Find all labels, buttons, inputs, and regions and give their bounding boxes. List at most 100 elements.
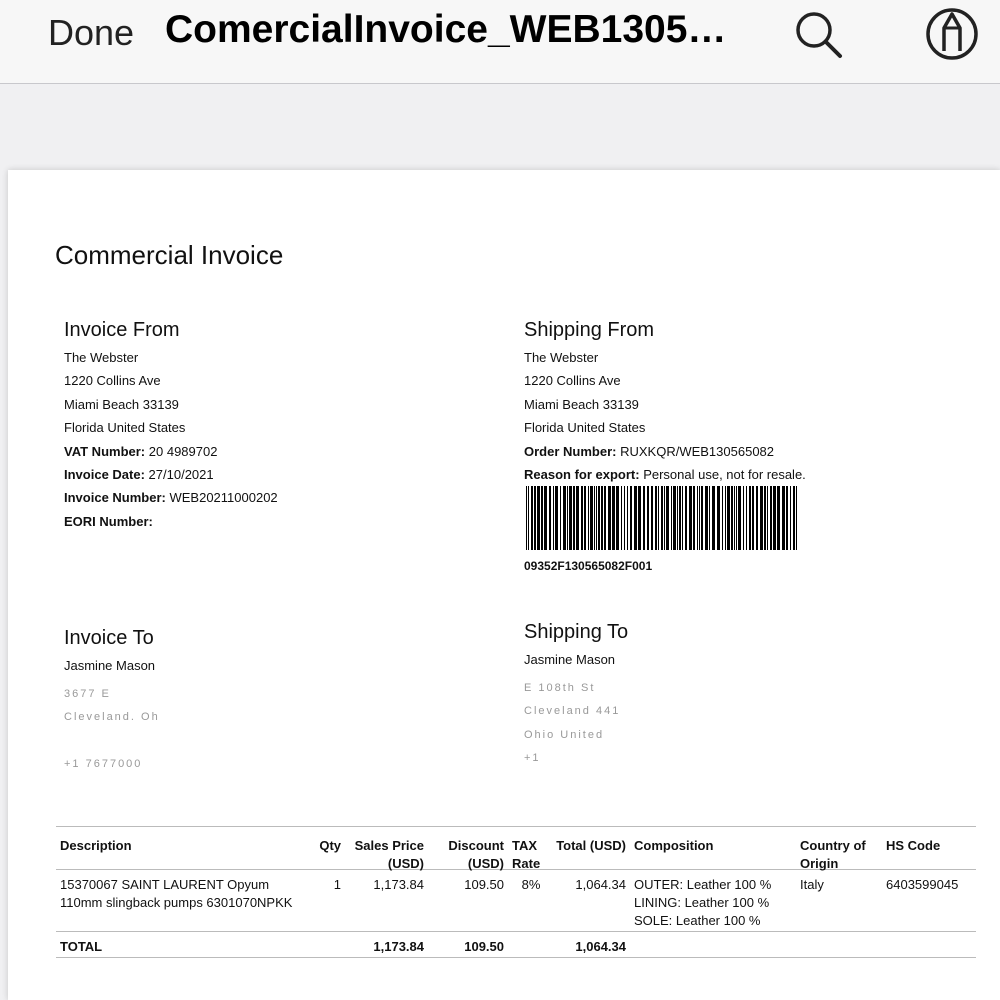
header-total: Total (USD) xyxy=(556,838,626,853)
barcode-bar xyxy=(621,486,622,550)
barcode-bar xyxy=(767,486,768,550)
address-line: Miami Beach 33139 xyxy=(524,396,639,412)
redacted-line: +1 xyxy=(524,742,628,765)
item-description: 15370067 SAINT LAURENT Opyum 110mm sling… xyxy=(60,877,293,910)
barcode-bar xyxy=(638,486,641,550)
barcode-bar xyxy=(743,486,744,550)
barcode-bar xyxy=(712,486,715,550)
barcode-number: 09352F130565082F001 xyxy=(524,559,653,573)
table-row: 15370067 SAINT LAURENT Opyum 110mm sling… xyxy=(56,870,976,932)
barcode-bar xyxy=(790,486,791,550)
barcode-bar xyxy=(655,486,657,550)
redacted-line: Cleveland, Oh xyxy=(64,701,160,724)
barcode-bar xyxy=(752,486,754,550)
barcode-bar xyxy=(590,486,593,550)
barcode-bar xyxy=(685,486,687,550)
barcode-bar xyxy=(770,486,772,550)
barcode-bar xyxy=(782,486,785,550)
redacted-text: E 108th St xyxy=(524,676,596,691)
barcode-bar xyxy=(731,486,733,550)
barcode-bar xyxy=(709,486,710,550)
redacted-text: Ohio United xyxy=(524,723,605,738)
barcode-bar xyxy=(634,486,637,550)
address-line: The Webster xyxy=(524,350,599,365)
total-sales-price: 1,173.84 xyxy=(373,939,424,954)
barcode-bar xyxy=(701,486,703,550)
barcode-bar xyxy=(658,486,659,550)
barcode-bar xyxy=(673,486,676,550)
recipient-name: Jasmine Mason xyxy=(64,658,156,673)
invoice-from-block: Invoice From The Webster 1220 Collins Av… xyxy=(64,318,278,533)
invoice-title: Commercial Invoice xyxy=(55,240,284,270)
table-header: Description Qty Sales Price (USD) Discou… xyxy=(56,826,976,871)
barcode-bar xyxy=(537,486,540,550)
barcode-bar xyxy=(604,486,606,550)
invoice-date: Invoice Date: 27/10/2021 xyxy=(64,467,214,483)
barcode-bar xyxy=(777,486,780,550)
address-line: Miami Beach 33139 xyxy=(64,396,179,412)
document-title: ComercialInvoice_WEB1305… xyxy=(165,8,727,51)
barcode-bar xyxy=(666,486,669,550)
barcode-bar xyxy=(693,486,695,550)
barcode-bar xyxy=(581,486,583,550)
search-icon[interactable] xyxy=(790,6,846,62)
barcode-bar xyxy=(727,486,730,550)
barcode-bar xyxy=(756,486,758,550)
shipping-to-block: Shipping To Jasmine Mason E 108th St Cle… xyxy=(524,620,628,765)
barcode-bar xyxy=(643,486,645,550)
barcode-bar xyxy=(594,486,595,550)
barcode-bar xyxy=(563,486,566,550)
header-description: Description xyxy=(60,838,132,853)
composition-line: LINING: Leather 100 % xyxy=(634,895,770,910)
barcode-bar xyxy=(567,486,568,550)
reason-for-export: Reason for export: Personal use, not for… xyxy=(524,467,806,483)
navigation-bar: Done ComercialInvoice_WEB1305… xyxy=(0,0,1000,84)
barcode-bar xyxy=(630,486,632,550)
barcode-bar xyxy=(749,486,751,550)
composition-line: SOLE: Leather 100 % xyxy=(634,913,761,928)
barcode-bar xyxy=(544,486,547,550)
header-discount: Discount (USD) xyxy=(448,838,504,871)
markup-pen-icon[interactable] xyxy=(924,6,980,62)
total-label: TOTAL xyxy=(60,939,103,954)
total-discount: 109.50 xyxy=(464,939,504,954)
barcode-bar xyxy=(584,486,586,550)
barcode-bar xyxy=(560,486,561,550)
barcode-bar xyxy=(699,486,700,550)
shipping-from-heading: Shipping From xyxy=(524,319,655,341)
invoice-to-block: Invoice To Jasmine Mason 3677 E Clevelan… xyxy=(64,626,160,771)
total-amount: 1,064.34 xyxy=(575,939,626,954)
item-country: Italy xyxy=(800,877,824,892)
redacted-line xyxy=(64,724,160,747)
redacted-text: Cleveland 441 xyxy=(524,700,621,715)
barcode-bar xyxy=(528,486,529,550)
barcode-bar xyxy=(746,486,747,550)
done-button[interactable]: Done xyxy=(48,12,134,54)
header-sales-price: Sales Price (USD) xyxy=(354,838,424,871)
shipping-from-block: Shipping From The Webster 1220 Collins A… xyxy=(524,318,806,486)
item-discount: 109.50 xyxy=(464,877,504,892)
barcode-bar xyxy=(616,486,619,550)
redacted-text: 3677 E xyxy=(64,682,111,697)
barcode-bar xyxy=(601,486,603,550)
barcode-bar xyxy=(717,486,720,550)
barcode-bar xyxy=(697,486,698,550)
barcode-bar xyxy=(576,486,579,550)
item-qty: 1 xyxy=(333,877,341,892)
barcode-bar xyxy=(608,486,611,550)
redacted-text: +1 xyxy=(524,747,541,762)
barcode-bar xyxy=(736,486,737,550)
barcode-bar xyxy=(786,486,788,550)
barcode-bar xyxy=(738,486,741,550)
barcode-bar xyxy=(682,486,683,550)
barcode-bar xyxy=(760,486,763,550)
header-country: Country of Origin xyxy=(800,838,866,871)
barcode-bar xyxy=(664,486,665,550)
address-line: The Webster xyxy=(64,350,139,365)
barcode-bar xyxy=(679,486,681,550)
address-line: 1220 Collins Ave xyxy=(524,373,621,389)
redacted-line: Ohio United xyxy=(524,718,628,741)
redacted-line: 3677 E xyxy=(64,677,160,700)
barcode-bar xyxy=(526,486,527,550)
barcode-bar xyxy=(725,486,726,550)
